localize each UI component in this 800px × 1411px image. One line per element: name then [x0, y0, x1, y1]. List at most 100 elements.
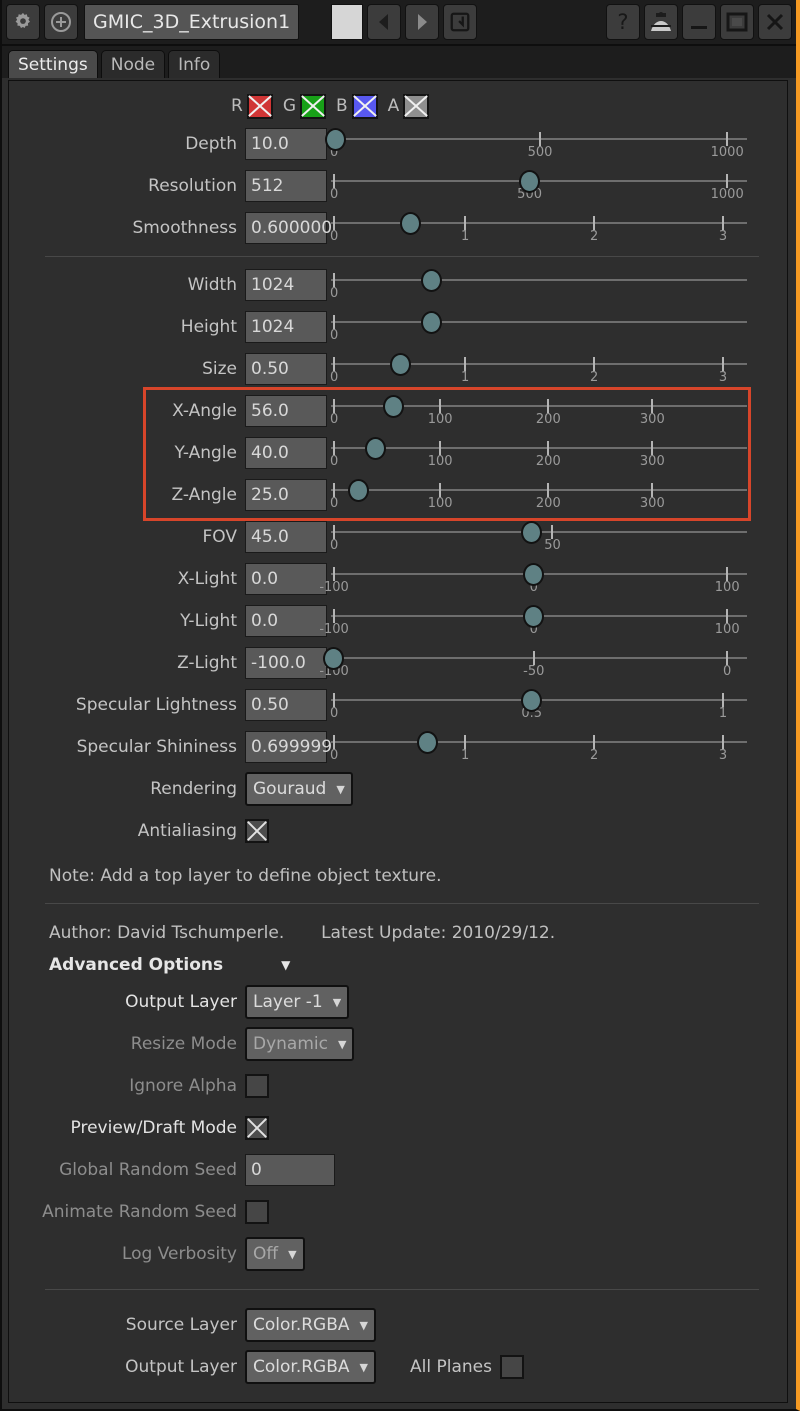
param-value-input[interactable]: 56.0: [245, 395, 327, 427]
revert-button[interactable]: [443, 4, 478, 40]
previous-button[interactable]: [367, 4, 402, 40]
slider-handle[interactable]: [522, 605, 544, 628]
resize-mode-dropdown[interactable]: Dynamic ▼: [245, 1027, 355, 1061]
color-swatch-button[interactable]: [331, 4, 364, 40]
tab-info[interactable]: Info: [168, 50, 221, 78]
slider-tick-label: 1000: [710, 187, 744, 202]
param-value-input[interactable]: 0.600000: [245, 212, 332, 244]
param-row: Smoothness 0.600000 0 1 2 3: [9, 207, 787, 249]
slider-handle[interactable]: [325, 128, 347, 151]
slider-handle[interactable]: [420, 311, 442, 334]
channel-a[interactable]: A: [388, 93, 430, 119]
ignore-alpha-checkbox[interactable]: [245, 1074, 269, 1098]
slider-handle[interactable]: [400, 212, 422, 235]
log-verbosity-dropdown[interactable]: Off ▼: [245, 1237, 305, 1271]
slider-handle[interactable]: [383, 395, 405, 418]
channel-b[interactable]: B: [336, 93, 378, 119]
slider-handle[interactable]: [420, 269, 442, 292]
param-value-input[interactable]: -100.0: [245, 647, 327, 679]
param-value-input[interactable]: 10.0: [245, 128, 327, 160]
advanced-options-toggle[interactable]: Advanced Options ▼: [9, 949, 787, 981]
param-slider[interactable]: 0 1 2 3: [330, 726, 747, 768]
param-value-input[interactable]: 0.0: [245, 563, 327, 595]
param-value-input[interactable]: 0.50: [245, 689, 327, 721]
param-slider[interactable]: 0 100 200 300: [330, 432, 747, 474]
param-value-input[interactable]: 1024: [245, 311, 327, 343]
param-slider[interactable]: 0 1 2 3: [330, 207, 747, 249]
param-value-input[interactable]: 1024: [245, 269, 327, 301]
channel-a-checkbox[interactable]: [403, 93, 430, 119]
node-name-field[interactable]: GMIC_3D_Extrusion1: [84, 4, 300, 40]
param-label: Y-Angle: [174, 443, 237, 463]
help-button[interactable]: ?: [606, 4, 640, 40]
param-slider[interactable]: 0 500 1000: [325, 123, 747, 165]
param-slider[interactable]: 0: [330, 306, 747, 348]
param-slider[interactable]: 0 0.5 1: [330, 684, 747, 726]
close-button[interactable]: [758, 4, 792, 40]
slider-track: [331, 741, 747, 743]
param-slider[interactable]: -100 -50 0: [319, 642, 747, 684]
slider-track: [331, 321, 747, 323]
slider-tick: [333, 735, 336, 749]
param-slider[interactable]: 0 100 200 300: [330, 474, 747, 516]
channel-g[interactable]: G: [283, 93, 326, 119]
param-slider[interactable]: 0: [330, 264, 747, 306]
slider-handle[interactable]: [364, 437, 386, 460]
channel-r-checkbox[interactable]: [246, 93, 273, 119]
param-row: Specular Shininess 0.699999 0 1 2 3: [9, 726, 787, 768]
add-node-button[interactable]: [44, 4, 78, 40]
antialiasing-checkbox[interactable]: [245, 819, 269, 843]
param-value-input[interactable]: 0.50: [245, 353, 327, 385]
slider-handle[interactable]: [416, 731, 438, 754]
slider-tick: [464, 357, 467, 371]
slider-tick-label: 1: [460, 229, 470, 244]
param-slider[interactable]: 0 500 1000: [330, 165, 747, 207]
source-layer-dropdown[interactable]: Color.RGBA ▼: [245, 1308, 376, 1342]
slider-handle[interactable]: [520, 689, 542, 712]
slider-handle[interactable]: [522, 563, 544, 586]
slider-tick: [333, 483, 336, 497]
tab-settings[interactable]: Settings: [8, 50, 98, 78]
param-slider[interactable]: -100 0 100: [319, 600, 747, 642]
param-slider[interactable]: 0 100 200 300: [330, 390, 747, 432]
param-value-input[interactable]: 45.0: [245, 521, 327, 553]
animate-random-seed-checkbox[interactable]: [245, 1200, 269, 1224]
param-label: Height: [180, 317, 237, 337]
all-planes-checkbox[interactable]: [499, 1355, 524, 1379]
footer-output-layer-dropdown[interactable]: Color.RGBA ▼: [245, 1350, 376, 1384]
channel-r[interactable]: R: [231, 93, 273, 119]
param-value-input[interactable]: 0.0: [245, 605, 327, 637]
output-layer-dropdown[interactable]: Layer -1 ▼: [245, 985, 350, 1019]
param-value-input[interactable]: 40.0: [245, 437, 327, 469]
minimize-button[interactable]: [682, 4, 716, 40]
param-value-input[interactable]: 25.0: [245, 479, 327, 511]
slider-handle[interactable]: [520, 521, 542, 544]
presets-button[interactable]: [644, 4, 678, 40]
channel-g-checkbox[interactable]: [300, 93, 326, 119]
chevron-down-icon: ▼: [359, 1318, 368, 1332]
preview-draft-checkbox[interactable]: [245, 1116, 269, 1140]
next-button[interactable]: [405, 4, 440, 40]
divider-3: [45, 1289, 759, 1290]
channel-b-checkbox[interactable]: [351, 93, 378, 119]
global-random-seed-row: Global Random Seed 0: [9, 1149, 787, 1191]
slider-handle[interactable]: [323, 647, 345, 670]
maximize-button[interactable]: [720, 4, 754, 40]
slider-handle[interactable]: [518, 170, 540, 193]
settings-gear-button[interactable]: [6, 4, 40, 40]
tab-node[interactable]: Node: [100, 50, 166, 78]
slider-handle[interactable]: [389, 353, 411, 376]
slider-tick: [726, 567, 729, 581]
rendering-dropdown[interactable]: Gouraud ▼: [245, 772, 353, 806]
param-value-input[interactable]: 512: [245, 170, 327, 202]
slider-handle[interactable]: [348, 479, 370, 502]
all-planes-label: All Planes: [409, 1357, 492, 1377]
param-value-input[interactable]: 0.699999: [245, 731, 332, 763]
param-slider[interactable]: 0 1 2 3: [330, 348, 747, 390]
param-slider[interactable]: -100 0 100: [319, 558, 747, 600]
preview-draft-label: Preview/Draft Mode: [70, 1118, 237, 1138]
param-slider[interactable]: 0 50: [330, 516, 747, 558]
slider-tick: [722, 216, 725, 230]
tab-bar: Settings Node Info: [2, 46, 796, 78]
global-random-seed-input[interactable]: 0: [245, 1154, 335, 1186]
